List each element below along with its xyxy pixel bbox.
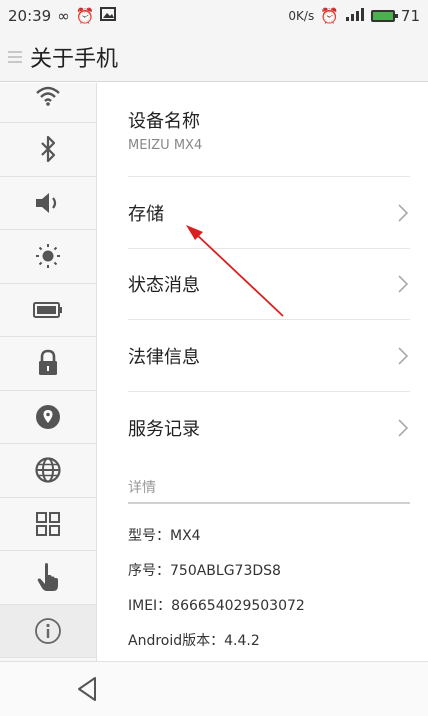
- back-icon[interactable]: [76, 676, 98, 702]
- battery-icon: [33, 301, 62, 318]
- sidebar-item-battery[interactable]: [0, 284, 96, 337]
- about-phone-panel: 设备名称 MEIZU MX4 存储 状态消息 法律信息 服务记录 详情 型号：M…: [98, 83, 428, 661]
- sidebar-item-sound[interactable]: [0, 177, 96, 230]
- hand-pointer-icon: [37, 563, 58, 592]
- grid-icon: [36, 511, 60, 536]
- chevron-right-icon: [398, 203, 408, 222]
- status-bar: 20:39 ∞ ⏰ 0K/s ⏰ 71: [0, 0, 428, 32]
- sidebar: [0, 83, 97, 661]
- chevron-right-icon: [398, 275, 408, 293]
- serial-detail: 序号：750ABLG73DS8: [128, 563, 281, 579]
- status-info-row[interactable]: 状态消息: [128, 249, 410, 320]
- status-right: 0K/s ⏰ 71: [288, 7, 420, 25]
- wifi-icon: [36, 86, 60, 106]
- legal-info-label: 法律信息: [128, 346, 200, 368]
- alarm-icon: ⏰: [75, 7, 95, 25]
- navigation-bar: [0, 661, 428, 716]
- brightness-icon: [36, 244, 60, 269]
- location-icon: [36, 404, 60, 429]
- chevron-right-icon: [398, 419, 408, 437]
- sidebar-item-security[interactable]: [0, 337, 96, 391]
- device-name-value: MEIZU MX4: [128, 137, 203, 153]
- status-time: 20:39: [8, 7, 52, 25]
- details-section-label: 详情: [128, 480, 156, 496]
- sidebar-item-language[interactable]: [0, 444, 96, 498]
- legal-info-row[interactable]: 法律信息: [128, 320, 410, 392]
- android-version-detail: Android版本：4.4.2: [128, 633, 260, 649]
- sidebar-item-about[interactable]: [0, 604, 96, 658]
- infinity-icon: ∞: [57, 7, 70, 25]
- status-left: 20:39 ∞ ⏰: [8, 7, 117, 25]
- image-icon: [100, 7, 117, 25]
- menu-icon[interactable]: [8, 50, 22, 63]
- network-speed: 0K/s: [288, 9, 315, 23]
- storage-row[interactable]: 存储: [128, 177, 410, 249]
- details-divider: [128, 502, 410, 504]
- speaker-icon: [36, 192, 57, 213]
- bluetooth-icon: [41, 136, 56, 163]
- page-title: 关于手机: [30, 46, 119, 72]
- device-name-block: 设备名称 MEIZU MX4: [128, 107, 202, 153]
- service-record-label: 服务记录: [128, 419, 200, 440]
- service-record-row[interactable]: 服务记录: [128, 392, 410, 464]
- globe-icon: [35, 457, 61, 483]
- info-icon: [35, 617, 61, 644]
- chevron-right-icon: [398, 346, 408, 365]
- battery-level: 71: [400, 7, 420, 25]
- sidebar-item-display[interactable]: [0, 230, 96, 284]
- device-name-row[interactable]: 设备名称 MEIZU MX4: [128, 83, 410, 177]
- alarm-icon: ⏰: [320, 7, 339, 25]
- device-name-title: 设备名称: [128, 110, 200, 132]
- sidebar-item-location[interactable]: [0, 391, 96, 444]
- storage-label: 存储: [128, 203, 164, 225]
- lock-icon: [39, 349, 57, 376]
- signal-icon: [345, 7, 365, 25]
- sidebar-item-gestures[interactable]: [0, 551, 96, 605]
- model-detail: 型号：MX4: [128, 528, 201, 544]
- sidebar-item-apps[interactable]: [0, 498, 96, 551]
- imei-detail: IMEI：866654029503072: [128, 598, 305, 614]
- sidebar-item-bluetooth[interactable]: [0, 123, 96, 177]
- title-bar: 关于手机: [0, 32, 428, 82]
- battery-icon: [370, 10, 398, 22]
- status-info-label: 状态消息: [128, 275, 200, 296]
- sidebar-item-wifi[interactable]: [0, 83, 96, 123]
